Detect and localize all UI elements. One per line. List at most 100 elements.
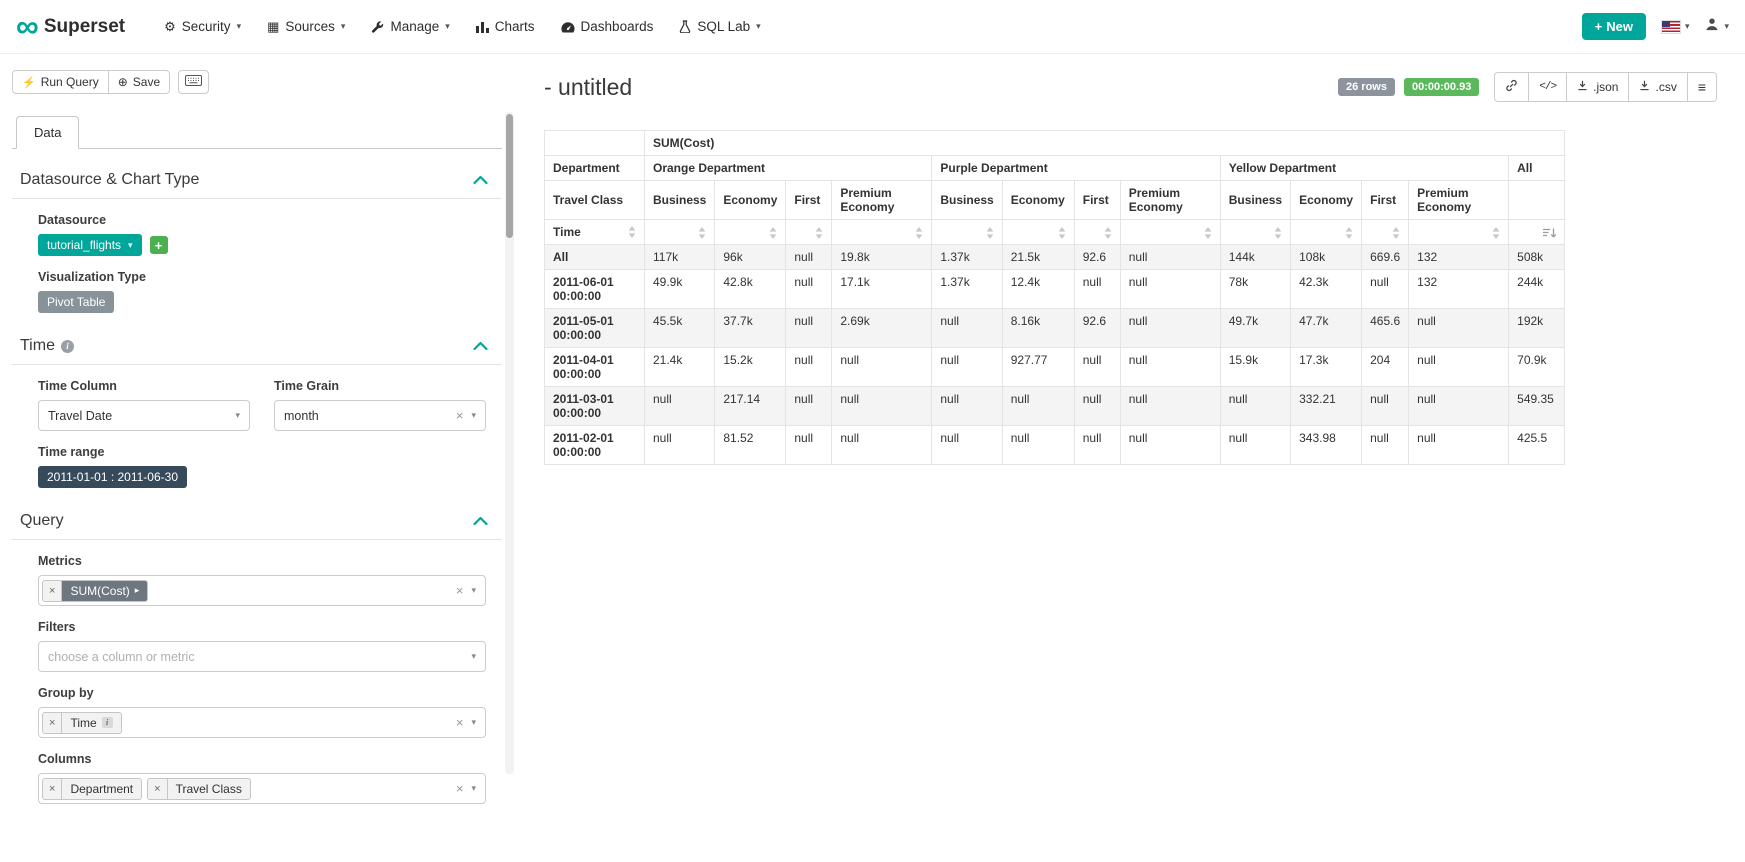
scrollbar-thumb[interactable] bbox=[506, 114, 513, 238]
save-button[interactable]: ⊕Save bbox=[108, 70, 170, 94]
panel-scrollbar[interactable] bbox=[505, 112, 514, 774]
sort-icon bbox=[1274, 227, 1282, 239]
pivot-table-container: SUM(Cost)DepartmentOrange DepartmentPurp… bbox=[544, 130, 1717, 465]
export-csv-button[interactable]: .csv bbox=[1628, 72, 1687, 102]
section-query-header[interactable]: Query bbox=[12, 506, 502, 540]
metrics-select[interactable]: ×SUM(Cost)▸ × ▾ bbox=[38, 575, 486, 606]
pivot-cell: null bbox=[932, 426, 1002, 465]
pivot-cell: 42.8k bbox=[715, 270, 786, 309]
metric-tag[interactable]: ×SUM(Cost)▸ bbox=[42, 580, 148, 602]
filters-select[interactable]: choose a column or metric ▾ bbox=[38, 641, 486, 672]
caret-down-icon: ▾ bbox=[128, 240, 133, 251]
pivot-cell: null bbox=[1120, 270, 1220, 309]
time-grain-select[interactable]: month × ▾ bbox=[274, 400, 486, 431]
pivot-cell: null bbox=[1120, 387, 1220, 426]
query-save-toolbar: ⚡Run Query ⊕Save bbox=[12, 70, 502, 94]
nav-item-sources[interactable]: ▦Sources▾ bbox=[254, 10, 358, 44]
groupby-tag[interactable]: ×Timei bbox=[42, 712, 122, 734]
metrics-tags: ×SUM(Cost)▸ bbox=[42, 580, 148, 602]
clear-icon[interactable]: × bbox=[456, 584, 464, 597]
clear-icon[interactable]: × bbox=[456, 782, 464, 795]
grid-icon: ▦ bbox=[267, 19, 279, 35]
column-sort-cell[interactable] bbox=[786, 220, 832, 245]
column-sort-cell[interactable] bbox=[1120, 220, 1220, 245]
groupby-tags: ×Timei bbox=[42, 712, 122, 734]
pivot-cell: 15.9k bbox=[1220, 348, 1290, 387]
remove-tag-icon[interactable]: × bbox=[43, 713, 62, 733]
pivot-cell: null bbox=[832, 387, 932, 426]
column-sort-cell[interactable] bbox=[1291, 220, 1362, 245]
new-button[interactable]: +New bbox=[1582, 13, 1646, 40]
column-sort-cell[interactable] bbox=[1002, 220, 1074, 245]
embed-code-button[interactable]: </> bbox=[1528, 72, 1567, 102]
column-sort-cell[interactable] bbox=[1074, 220, 1120, 245]
time-range-selector[interactable]: 2011-01-01 : 2011-06-30 bbox=[38, 466, 187, 488]
time-grain-control: Time Grain month × ▾ bbox=[274, 379, 486, 431]
nav-item-sql-lab[interactable]: SQL Lab▾ bbox=[666, 10, 773, 43]
nav-item-dashboards[interactable]: Dashboards bbox=[548, 10, 667, 43]
time-range-label: Time range bbox=[38, 445, 486, 459]
viz-type-selector[interactable]: Pivot Table bbox=[38, 291, 114, 313]
column-tag[interactable]: ×Travel Class bbox=[147, 778, 251, 800]
clear-icon[interactable]: × bbox=[456, 409, 464, 422]
us-flag-icon bbox=[1662, 21, 1680, 33]
column-sort-cell[interactable] bbox=[832, 220, 932, 245]
columns-select[interactable]: ×Department×Travel Class × ▾ bbox=[38, 773, 486, 804]
keyboard-shortcuts-button[interactable] bbox=[178, 70, 209, 94]
sort-icon bbox=[915, 227, 923, 239]
section-time-header[interactable]: Timei bbox=[12, 331, 502, 365]
language-menu[interactable]: ▾ bbox=[1662, 21, 1690, 33]
all-sort-cell[interactable] bbox=[1509, 220, 1565, 245]
groupby-select[interactable]: ×Timei × ▾ bbox=[38, 707, 486, 738]
column-sort-cell[interactable] bbox=[1220, 220, 1290, 245]
run-query-button[interactable]: ⚡Run Query bbox=[12, 70, 109, 94]
pivot-cell: 8.16k bbox=[1002, 309, 1074, 348]
column-sort-cell[interactable] bbox=[932, 220, 1002, 245]
travel-class-header: Economy bbox=[1291, 181, 1362, 220]
chart-menu-button[interactable]: ≡ bbox=[1687, 72, 1717, 102]
results-panel: - untitled 26 rows 00:00:00.93 </> .json… bbox=[514, 54, 1745, 862]
export-json-button[interactable]: .json bbox=[1566, 72, 1629, 102]
pivot-cell: null bbox=[1120, 426, 1220, 465]
nav-item-label: Dashboards bbox=[581, 19, 654, 34]
short-link-button[interactable] bbox=[1494, 72, 1529, 102]
remove-tag-icon[interactable]: × bbox=[43, 581, 62, 601]
time-sort-cell[interactable]: Time bbox=[545, 220, 645, 245]
column-sort-cell[interactable] bbox=[715, 220, 786, 245]
column-sort-cell[interactable] bbox=[1409, 220, 1509, 245]
pivot-cell: null bbox=[932, 348, 1002, 387]
superset-brand[interactable]: ∞ Superset bbox=[16, 14, 125, 40]
edit-datasource-button[interactable]: + bbox=[150, 236, 168, 254]
sort-icon bbox=[815, 227, 823, 239]
section-datasource-header[interactable]: Datasource & Chart Type bbox=[12, 165, 502, 199]
pivot-cell: 49.7k bbox=[1220, 309, 1290, 348]
column-tag[interactable]: ×Department bbox=[42, 778, 142, 800]
pivot-row: 2011-03-01 00:00:00null217.14nullnullnul… bbox=[545, 387, 1565, 426]
explore-control-panel: ⚡Run Query ⊕Save Data Datasource & Chart… bbox=[0, 54, 514, 862]
department-label: Department bbox=[545, 156, 645, 181]
keyboard-icon bbox=[185, 75, 202, 89]
pivot-cell: 21.4k bbox=[645, 348, 715, 387]
clear-icon[interactable]: × bbox=[456, 716, 464, 729]
travel-class-header: Premium Economy bbox=[1409, 181, 1509, 220]
nav-item-charts[interactable]: Charts bbox=[463, 10, 548, 43]
column-sort-cell[interactable] bbox=[645, 220, 715, 245]
user-menu[interactable]: ▾ bbox=[1705, 17, 1729, 36]
column-sort-cell[interactable] bbox=[1362, 220, 1409, 245]
nav-item-manage[interactable]: Manage▾ bbox=[358, 10, 462, 43]
chart-title[interactable]: - untitled bbox=[544, 74, 632, 101]
pivot-cell: null bbox=[1120, 348, 1220, 387]
tab-data[interactable]: Data bbox=[16, 116, 79, 149]
sort-icon bbox=[1492, 227, 1500, 239]
pivot-cell: 108k bbox=[1291, 245, 1362, 270]
datasource-selector[interactable]: tutorial_flights▾ bbox=[38, 234, 142, 256]
pivot-cell: 927.77 bbox=[1002, 348, 1074, 387]
nav-item-security[interactable]: ⚙Security▾ bbox=[151, 10, 254, 44]
groupby-label: Group by bbox=[38, 686, 486, 700]
remove-tag-icon[interactable]: × bbox=[148, 779, 167, 799]
results-toolbar: 26 rows 00:00:00.93 </> .json .csv ≡ bbox=[1338, 72, 1717, 102]
travel-class-header: Economy bbox=[1002, 181, 1074, 220]
remove-tag-icon[interactable]: × bbox=[43, 779, 62, 799]
time-column-select[interactable]: Travel Date ▾ bbox=[38, 400, 250, 431]
department-header: Yellow Department bbox=[1220, 156, 1508, 181]
